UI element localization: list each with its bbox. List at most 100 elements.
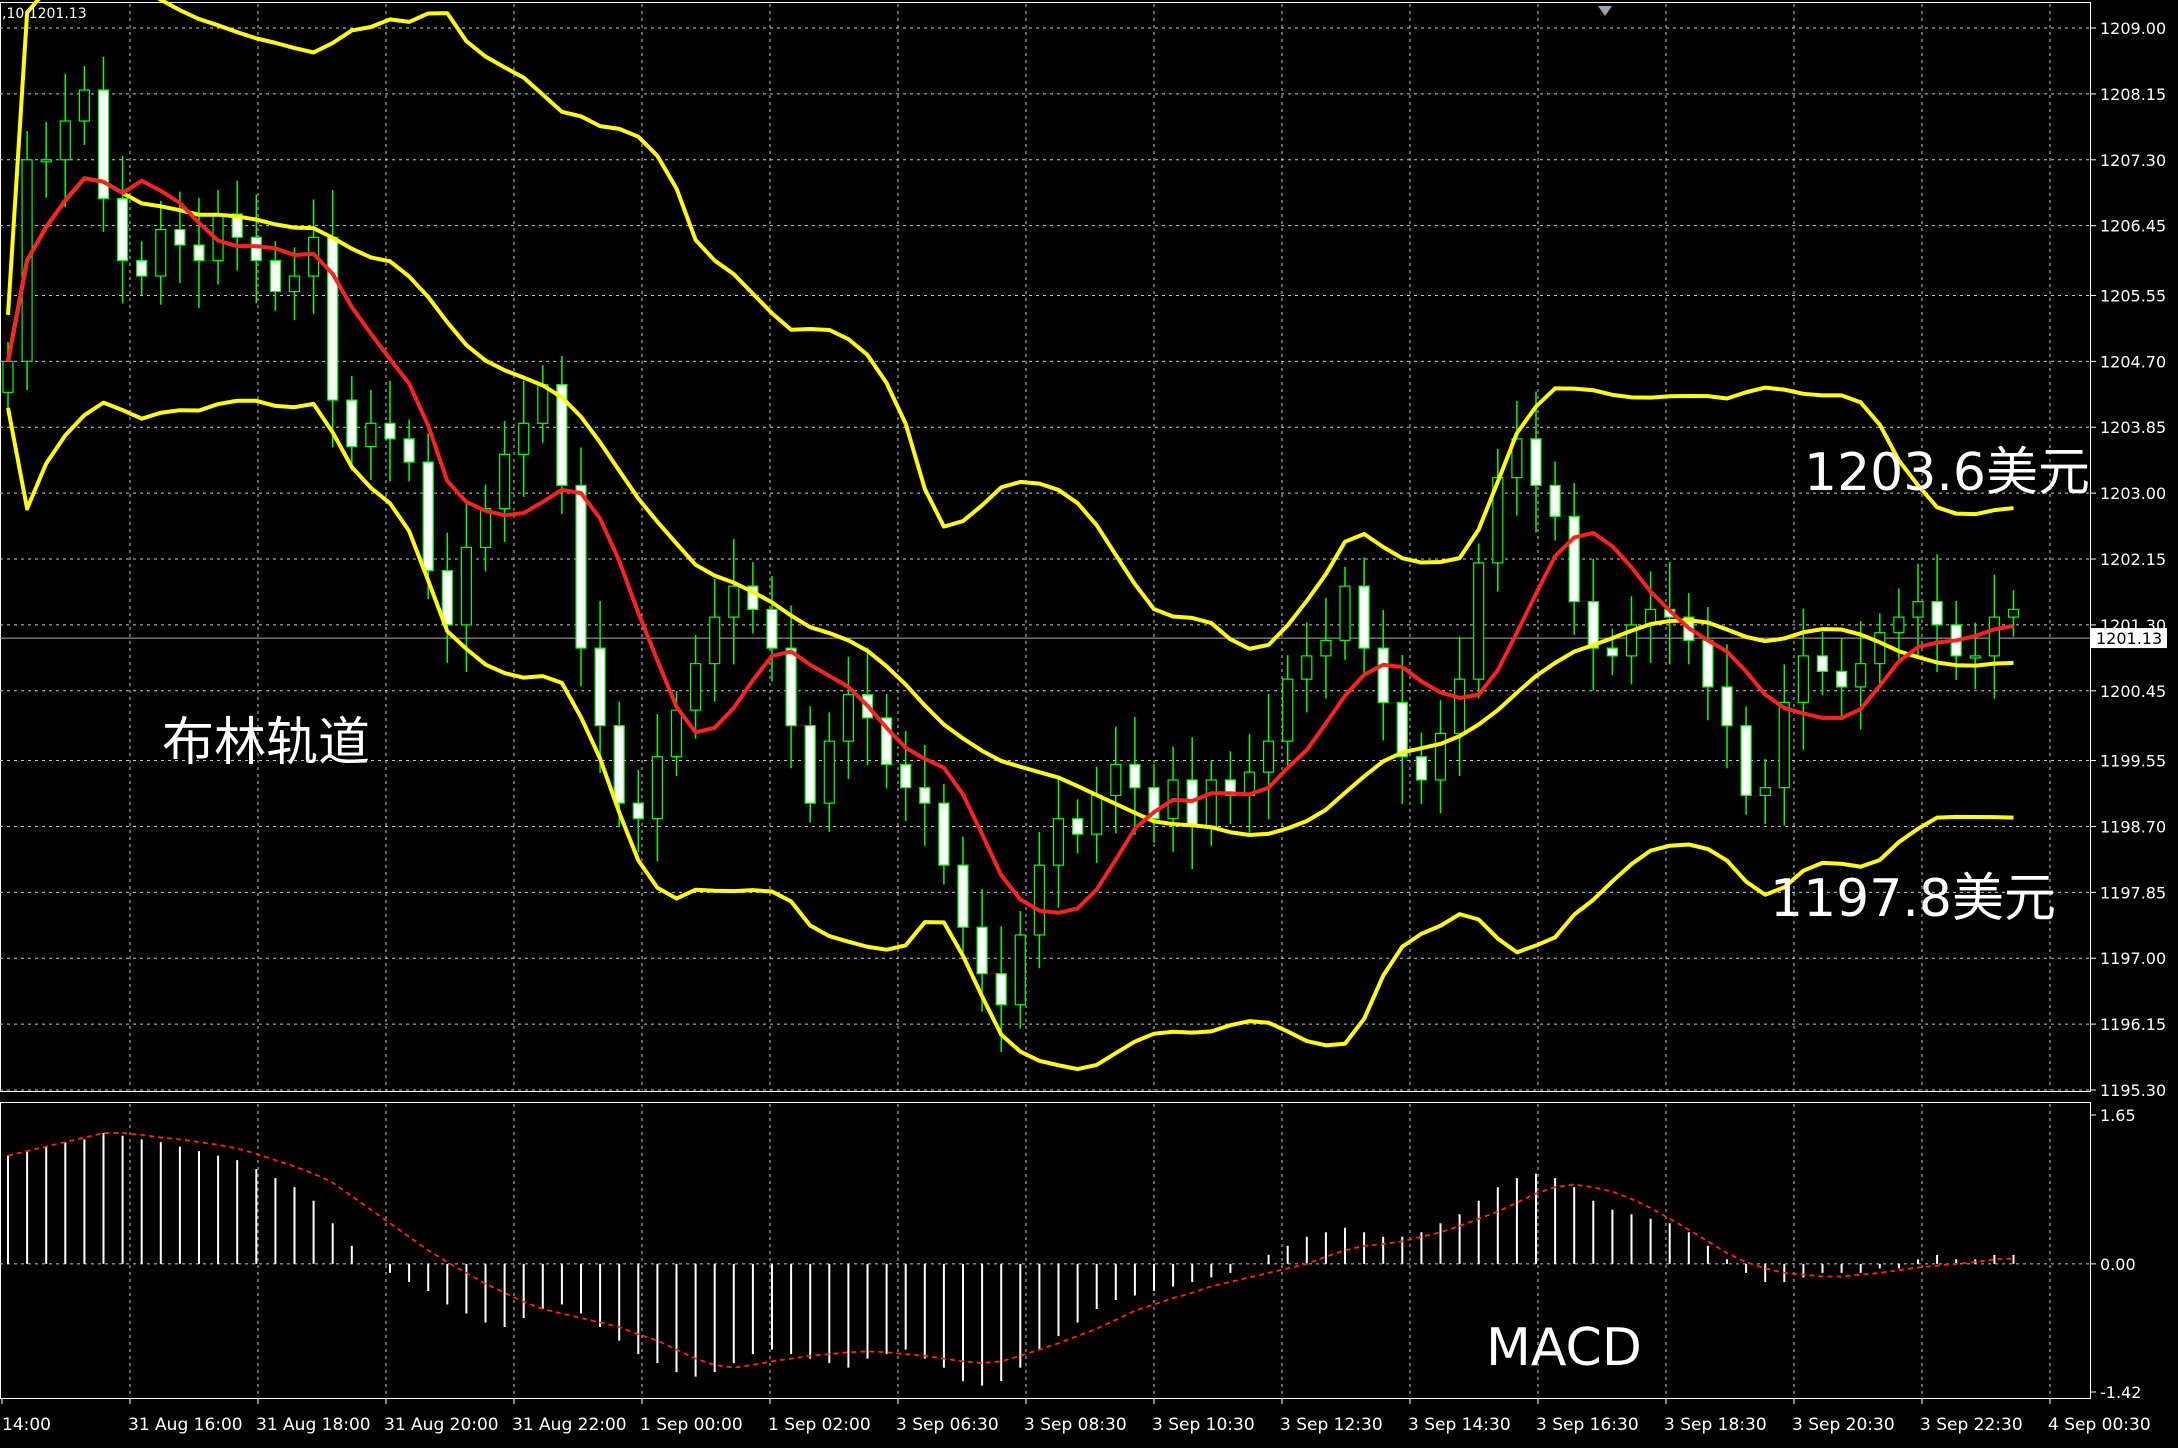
candle-body bbox=[1282, 678, 1294, 742]
candle-body bbox=[728, 585, 740, 618]
candle-body bbox=[1797, 655, 1810, 704]
x-tick-label: 3 Sep 08:30 bbox=[1024, 1415, 1127, 1435]
candle-body bbox=[136, 259, 148, 277]
x-tick-label: 31 Aug 20:00 bbox=[384, 1415, 499, 1435]
candle-body bbox=[346, 399, 358, 448]
candle-body bbox=[327, 236, 339, 401]
candle-body bbox=[1205, 779, 1217, 828]
x-tick-label: 31 Aug 22:00 bbox=[512, 1415, 627, 1435]
candle-body bbox=[1320, 639, 1332, 657]
candle-body bbox=[1033, 864, 1046, 936]
x-tick-label: 3 Sep 20:30 bbox=[1792, 1415, 1895, 1435]
candle-body bbox=[957, 864, 969, 928]
candle-body bbox=[1262, 740, 1275, 773]
candle-body bbox=[1091, 794, 1103, 835]
y-tick-label: 1200.45 bbox=[2100, 682, 2166, 701]
candle-body bbox=[40, 159, 52, 163]
candle-body bbox=[2, 360, 14, 393]
y-tick-label: 1203.00 bbox=[2100, 484, 2166, 503]
x-tick-label: 3 Sep 18:30 bbox=[1664, 1415, 1767, 1435]
candle-body bbox=[1778, 701, 1790, 789]
candle-body bbox=[1702, 639, 1714, 688]
candle-body bbox=[78, 89, 91, 122]
candle-body bbox=[1721, 686, 1733, 727]
candle-body bbox=[938, 802, 950, 866]
bollinger-label: 布林轨道 bbox=[162, 713, 371, 773]
candle-body bbox=[1549, 484, 1561, 517]
x-tick-label: 4 Sep 00:30 bbox=[2048, 1415, 2151, 1435]
candle-body bbox=[995, 973, 1007, 1006]
candle-body bbox=[1530, 438, 1542, 486]
ohlc-readout: ,10 1201.13 bbox=[2, 6, 87, 22]
moving-average-line bbox=[6, 176, 2014, 915]
candle-body bbox=[1453, 678, 1466, 735]
candle-body bbox=[842, 694, 855, 742]
candle-body bbox=[709, 616, 721, 665]
candle-body bbox=[518, 422, 530, 455]
candle-body bbox=[766, 608, 778, 649]
x-tick-label: 3 Sep 10:30 bbox=[1152, 1415, 1255, 1435]
upper-band-value-label: 1203.6美元 bbox=[1804, 443, 2090, 503]
candle-body bbox=[1339, 585, 1351, 641]
candle-body bbox=[1740, 725, 1752, 797]
candle-body bbox=[2007, 608, 2020, 618]
candle-body bbox=[1606, 647, 1619, 657]
candle-body bbox=[613, 725, 625, 804]
x-tick-label: 1 Sep 00:00 bbox=[640, 1415, 743, 1435]
candle-body bbox=[1759, 787, 1771, 797]
x-tick-label: 31 Aug 18:00 bbox=[256, 1415, 371, 1435]
candle-body bbox=[499, 453, 511, 510]
y-tick-label: 1197.00 bbox=[2100, 949, 2166, 968]
y-tick-label: 1205.55 bbox=[2100, 286, 2166, 305]
candle-body bbox=[174, 228, 186, 246]
candle-body bbox=[365, 422, 377, 448]
candle-body bbox=[422, 461, 434, 572]
candle-body bbox=[1988, 616, 2001, 657]
candle-body bbox=[1587, 601, 1599, 649]
candle-body bbox=[1874, 632, 1886, 665]
macd-y-tick-label: 1.65 bbox=[2100, 1106, 2136, 1125]
candle-body bbox=[1816, 655, 1829, 673]
candle-body bbox=[651, 756, 664, 820]
y-tick-label: 1197.85 bbox=[2100, 883, 2166, 902]
candle-body bbox=[689, 663, 702, 711]
candle-body bbox=[1931, 601, 1943, 626]
y-tick-label: 1207.30 bbox=[2100, 151, 2166, 170]
candle-body bbox=[269, 259, 281, 293]
candle-body bbox=[1186, 779, 1198, 828]
candle-body bbox=[1969, 655, 1981, 659]
candle-body bbox=[116, 197, 129, 262]
candle-body bbox=[288, 275, 301, 293]
candle-body bbox=[460, 546, 472, 626]
macd-signal-line bbox=[7, 1132, 2014, 1369]
y-tick-label: 1209.00 bbox=[2100, 19, 2166, 38]
candle-body bbox=[193, 244, 205, 262]
candle-body bbox=[632, 802, 644, 820]
candle-body bbox=[1071, 818, 1084, 835]
candle-body bbox=[384, 422, 396, 440]
y-tick-label: 1203.85 bbox=[2100, 418, 2166, 437]
candle-body bbox=[1912, 601, 1924, 618]
x-tick-label: 3 Sep 16:30 bbox=[1536, 1415, 1639, 1435]
candle-body bbox=[1301, 655, 1313, 680]
macd-y-tick-label: 0.00 bbox=[2100, 1255, 2136, 1274]
candle-body bbox=[919, 787, 931, 804]
candle-body bbox=[976, 926, 988, 975]
shift-marker bbox=[1598, 6, 1612, 16]
x-tick-label: 31 Aug 16:00 bbox=[128, 1415, 243, 1435]
candle-body bbox=[1415, 756, 1428, 781]
x-tick-label: 14:00 bbox=[2, 1415, 51, 1435]
candle-body bbox=[1052, 818, 1065, 866]
candle-body bbox=[1110, 763, 1122, 797]
candle-body bbox=[250, 236, 262, 262]
candle-body bbox=[155, 228, 167, 277]
current-price-label: 1201.13 bbox=[2096, 629, 2162, 648]
candle-body bbox=[1893, 616, 1905, 634]
candle-body bbox=[59, 120, 71, 161]
candle-body bbox=[900, 763, 912, 789]
y-tick-label: 1202.15 bbox=[2100, 550, 2166, 569]
candle-body bbox=[594, 647, 606, 727]
candle-body bbox=[537, 383, 549, 424]
y-tick-label: 1206.45 bbox=[2100, 217, 2166, 236]
candle-body bbox=[1014, 934, 1026, 1006]
